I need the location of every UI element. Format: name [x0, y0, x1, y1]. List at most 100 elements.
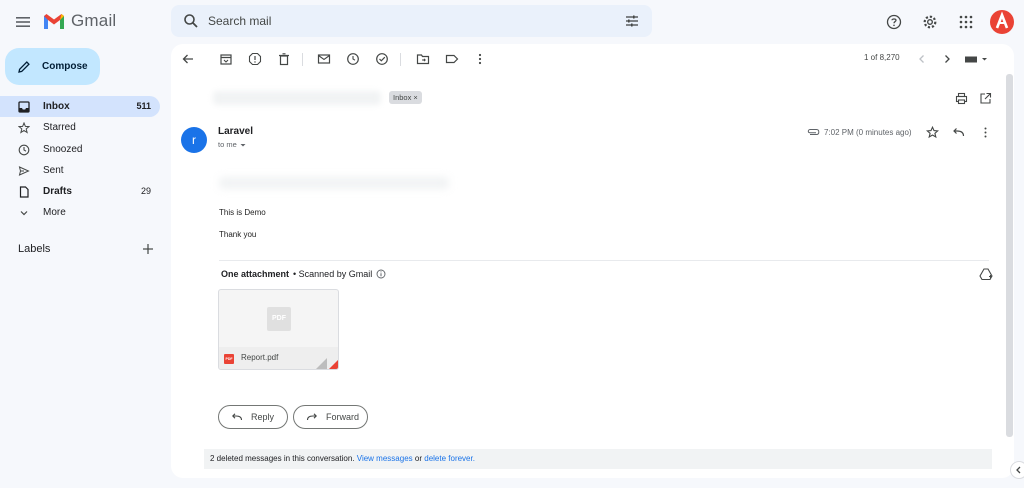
attachment-divider: [219, 260, 989, 261]
clock-icon: [18, 144, 30, 155]
sidebar-item-sent[interactable]: Sent: [0, 160, 160, 181]
star-icon[interactable]: [926, 126, 939, 139]
attachment-footer: PDF Report.pdf: [219, 347, 338, 369]
forward-button[interactable]: Forward: [293, 405, 368, 429]
inbox-icon: [18, 101, 30, 113]
search-options-icon[interactable]: [624, 13, 640, 29]
scanned-by-text: • Scanned by Gmail: [293, 269, 373, 279]
more-vert-icon[interactable]: [473, 52, 487, 66]
forward-label: Forward: [326, 412, 360, 422]
trash-icon[interactable]: [277, 52, 291, 66]
attachment-filename: Report.pdf: [241, 353, 279, 362]
message-line: [219, 177, 449, 189]
delete-forever-link[interactable]: delete forever.: [424, 454, 475, 463]
view-messages-link[interactable]: View messages: [357, 454, 413, 463]
apps-grid-icon: [959, 15, 973, 29]
top-bar: Gmail Search mail: [0, 0, 1024, 44]
folded-corner: [327, 358, 338, 369]
pdf-preview-icon: PDF: [267, 307, 291, 331]
hamburger-icon: [16, 17, 30, 27]
pdf-file-icon: PDF: [224, 354, 234, 364]
open-in-new-window-icon[interactable]: [979, 92, 992, 105]
scrollbar-thumb[interactable]: [1006, 74, 1013, 437]
add-label-icon[interactable]: [142, 243, 154, 255]
sidebar-item-more[interactable]: More: [0, 202, 160, 223]
compose-label: Compose: [42, 61, 88, 72]
reply-icon: [232, 413, 243, 421]
sidebar-item-inbox[interactable]: Inbox 511: [0, 96, 160, 118]
search-input[interactable]: Search mail: [208, 14, 271, 28]
sidebar-item-label: Starred: [43, 122, 76, 134]
settings-button[interactable]: [918, 10, 942, 34]
search-bar[interactable]: Search mail: [171, 5, 652, 37]
pencil-icon: [18, 60, 30, 73]
star-icon: [18, 122, 30, 134]
sidebar-nav: Inbox 511 Starred Snoozed Sent Drafts 29…: [0, 96, 160, 224]
toolbar-divider: [302, 53, 303, 66]
message-toolbar: 1 of 8,270: [171, 44, 1014, 74]
mark-unread-icon[interactable]: [317, 52, 331, 66]
apps-button[interactable]: [954, 10, 978, 34]
deleted-notice-text: 2 deleted messages in this conversation.: [210, 454, 355, 463]
support-button[interactable]: [882, 10, 906, 34]
inbox-count: 511: [136, 101, 151, 111]
sidebar-item-starred[interactable]: Starred: [0, 117, 160, 138]
reply-icon[interactable]: [952, 126, 965, 139]
app-name: Gmail: [71, 11, 117, 30]
more-vert-icon[interactable]: [979, 126, 992, 139]
inbox-label-chip[interactable]: Inbox ×: [389, 91, 422, 104]
chevron-left-icon: [1016, 466, 1021, 474]
newer-chevron-icon[interactable]: [915, 52, 929, 66]
recipient-text: to me: [218, 140, 237, 149]
pagination-text: 1 of 8,270: [864, 53, 900, 62]
label-icon[interactable]: [445, 52, 459, 66]
sidebar-item-label: Drafts: [43, 186, 72, 198]
gear-icon: [923, 15, 937, 29]
report-spam-icon[interactable]: [248, 52, 262, 66]
add-to-drive-icon[interactable]: [979, 267, 993, 281]
gmail-logo[interactable]: Gmail: [43, 11, 116, 31]
back-arrow-icon[interactable]: [181, 52, 195, 66]
subject-row: Inbox ×: [171, 88, 1014, 108]
attachments-header: One attachment • Scanned by Gmail: [221, 269, 386, 279]
archive-icon[interactable]: [219, 52, 233, 66]
account-avatar[interactable]: [990, 10, 1014, 34]
move-to-icon[interactable]: [416, 52, 430, 66]
message-time: 7:02 PM (0 minutes ago): [824, 127, 912, 137]
deleted-messages-notice: 2 deleted messages in this conversation.…: [204, 449, 992, 469]
message-body-line: This is Demo: [219, 208, 266, 217]
search-icon[interactable]: [183, 13, 199, 29]
compose-button[interactable]: Compose: [5, 48, 100, 85]
reply-button[interactable]: Reply: [218, 405, 288, 429]
caret-down-icon: [240, 143, 246, 146]
message-view: 1 of 8,270 Inbox × r Laravel to me 7:02 …: [171, 44, 1014, 478]
sender-avatar[interactable]: r: [181, 127, 207, 153]
older-chevron-icon[interactable]: [940, 52, 954, 66]
print-icon[interactable]: [955, 92, 968, 105]
sidebar-item-snoozed[interactable]: Snoozed: [0, 139, 160, 160]
gmail-m-icon: [44, 13, 64, 29]
info-icon[interactable]: [376, 269, 386, 279]
sender-name[interactable]: Laravel: [218, 126, 253, 137]
help-icon: [886, 14, 902, 30]
toolbar-divider: [400, 53, 401, 66]
sidebar-item-drafts[interactable]: Drafts 29: [0, 181, 160, 202]
attachment-count: One attachment: [221, 269, 290, 279]
send-icon: [18, 166, 30, 176]
folded-corner-shadow: [314, 358, 327, 369]
recipient-details-toggle[interactable]: to me: [218, 140, 247, 149]
add-task-icon[interactable]: [375, 52, 389, 66]
side-panel-toggle[interactable]: [1010, 461, 1024, 479]
drafts-count: 29: [140, 186, 151, 197]
snooze-icon[interactable]: [346, 52, 360, 66]
forward-icon: [306, 413, 317, 421]
attachment-icon: [807, 129, 820, 135]
sidebar-item-label: Sent: [43, 164, 64, 176]
or-text: or: [414, 454, 423, 463]
main-menu-button[interactable]: [14, 12, 34, 32]
sidebar-item-label: More: [43, 207, 66, 219]
message-body-line: Thank you: [219, 230, 257, 239]
attachment-card[interactable]: PDF PDF Report.pdf: [218, 289, 339, 370]
sidebar-item-label: Snoozed: [43, 143, 83, 155]
input-tools-icon[interactable]: [964, 52, 990, 66]
